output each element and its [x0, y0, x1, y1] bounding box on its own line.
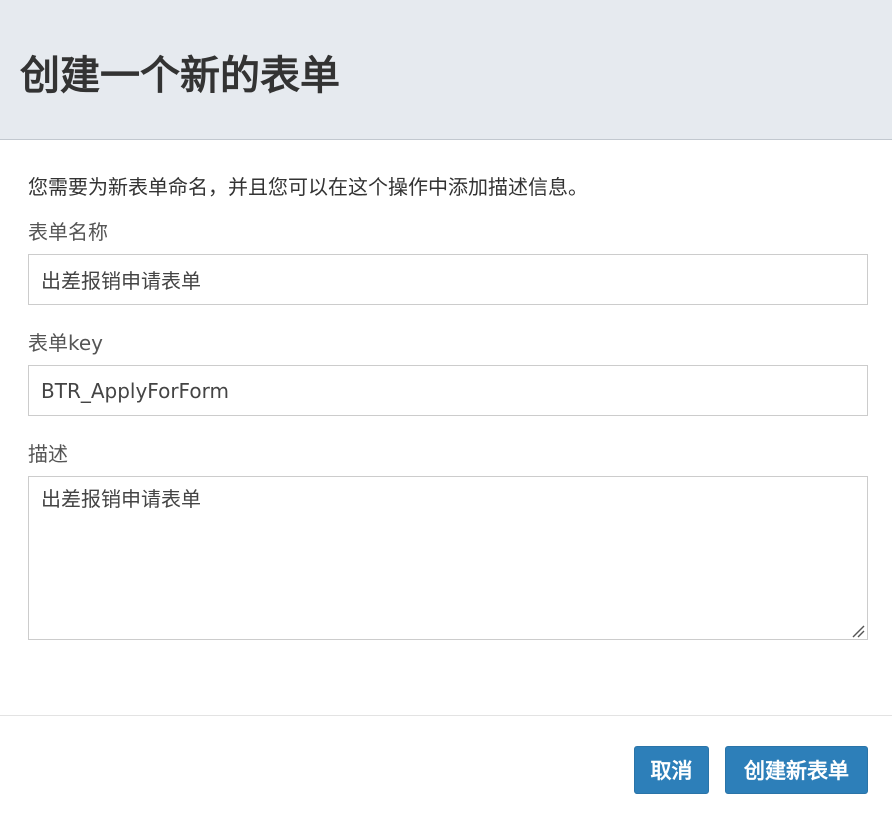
description-label: 描述	[28, 442, 68, 466]
resize-grip-icon[interactable]	[849, 622, 865, 638]
dialog-intro-text: 您需要为新表单命名，并且您可以在这个操作中添加描述信息。	[28, 175, 588, 199]
dialog-header: 创建一个新的表单	[0, 0, 892, 140]
create-form-button[interactable]: 创建新表单	[725, 746, 868, 794]
form-name-label: 表单名称	[28, 220, 108, 244]
form-name-input[interactable]	[28, 254, 868, 305]
cancel-button[interactable]: 取消	[634, 746, 709, 794]
form-key-label: 表单key	[28, 331, 104, 355]
description-textarea[interactable]: 出差报销申请表单	[28, 476, 868, 640]
footer-divider	[0, 715, 892, 716]
create-form-dialog: 创建一个新的表单 您需要为新表单命名，并且您可以在这个操作中添加描述信息。 表单…	[0, 0, 892, 824]
form-key-input[interactable]	[28, 365, 868, 416]
dialog-title: 创建一个新的表单	[20, 53, 340, 99]
